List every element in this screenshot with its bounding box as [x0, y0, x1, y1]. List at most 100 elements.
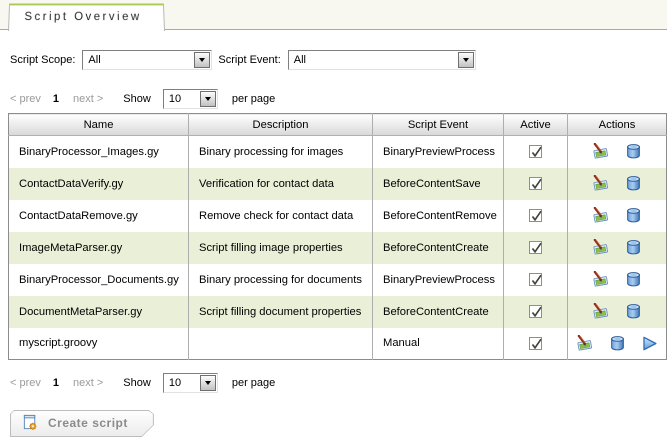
script-active-cell [504, 264, 568, 296]
script-event-cell: BeforeContentCreate [373, 296, 504, 328]
delete-icon[interactable] [625, 143, 642, 160]
script-name-cell: myscript.groovy [9, 328, 189, 360]
active-checkbox[interactable] [529, 241, 542, 254]
script-actions-cell [568, 200, 667, 232]
script-event-cell: BinaryPreviewProcess [373, 136, 504, 168]
chevron-down-icon [200, 91, 216, 107]
script-actions-cell [568, 264, 667, 296]
active-checkbox[interactable] [529, 145, 542, 158]
active-checkbox[interactable] [529, 209, 542, 222]
script-event-cell: BeforeContentSave [373, 168, 504, 200]
script-name-cell: ContactDataVerify.gy [9, 168, 189, 200]
script-active-cell [504, 232, 568, 264]
edit-icon[interactable] [592, 143, 609, 160]
script-event-cell: BinaryPreviewProcess [373, 264, 504, 296]
script-scope-value: All [84, 54, 194, 66]
table-header-row: Name Description Script Event Active Act… [9, 114, 667, 136]
next-page-link[interactable]: next > [73, 93, 103, 105]
tab-bar: Script Overview [0, 0, 667, 30]
script-active-cell [504, 168, 568, 200]
column-header-script-event: Script Event [373, 114, 504, 136]
script-actions-cell [568, 168, 667, 200]
delete-icon[interactable] [625, 175, 642, 192]
table-row: myscript.groovy Manual [9, 328, 667, 360]
script-actions-cell [568, 136, 667, 168]
active-checkbox[interactable] [529, 177, 542, 190]
script-event-cell: Manual [373, 328, 504, 360]
edit-icon[interactable] [592, 303, 609, 320]
script-name-cell: BinaryProcessor_Documents.gy [9, 264, 189, 296]
active-checkbox[interactable] [529, 305, 542, 318]
column-header-active: Active [504, 114, 568, 136]
table-row: BinaryProcessor_Images.gy Binary process… [9, 136, 667, 168]
delete-icon[interactable] [625, 207, 642, 224]
prev-page-link[interactable]: < prev [10, 93, 41, 105]
delete-icon[interactable] [625, 271, 642, 288]
table-row: BinaryProcessor_Documents.gy Binary proc… [9, 264, 667, 296]
script-description-cell: Verification for contact data [189, 168, 373, 200]
script-name-cell: BinaryProcessor_Images.gy [9, 136, 189, 168]
page-size-select[interactable]: 10 [163, 373, 218, 393]
edit-icon[interactable] [592, 239, 609, 256]
prev-page-link[interactable]: < prev [10, 377, 41, 389]
table-row: ImageMetaParser.gy Script filling image … [9, 232, 667, 264]
script-description-cell: Script filling image properties [189, 232, 373, 264]
per-page-label: per page [232, 377, 275, 389]
script-description-cell: Script filling document properties [189, 296, 373, 328]
script-scope-label: Script Scope: [10, 54, 75, 66]
script-event-value: All [290, 54, 458, 66]
per-page-label: per page [232, 93, 275, 105]
column-header-name: Name [9, 114, 189, 136]
script-active-cell [504, 296, 568, 328]
script-table-body: BinaryProcessor_Images.gy Binary process… [9, 136, 667, 360]
script-scope-select[interactable]: All [82, 50, 212, 70]
chevron-down-icon [200, 375, 216, 391]
column-header-description: Description [189, 114, 373, 136]
script-event-cell: BeforeContentRemove [373, 200, 504, 232]
active-checkbox[interactable] [529, 273, 542, 286]
page-size-select[interactable]: 10 [163, 89, 218, 109]
show-label: Show [123, 377, 151, 389]
pagination-bottom: < prev 1 next > Show 10 per page [10, 372, 275, 393]
current-page-number[interactable]: 1 [53, 93, 59, 105]
table-row: ContactDataRemove.gy Remove check for co… [9, 200, 667, 232]
delete-icon[interactable] [625, 239, 642, 256]
table-row: DocumentMetaParser.gy Script filling doc… [9, 296, 667, 328]
script-name-cell: ImageMetaParser.gy [9, 232, 189, 264]
delete-icon[interactable] [625, 303, 642, 320]
script-active-cell [504, 328, 568, 360]
edit-icon[interactable] [592, 175, 609, 192]
chevron-down-icon [194, 52, 210, 68]
filter-bar: Script Scope: All Script Event: All [10, 49, 476, 70]
script-actions-cell [568, 328, 667, 360]
pagination-top: < prev 1 next > Show 10 per page [10, 88, 275, 109]
script-name-cell: ContactDataRemove.gy [9, 200, 189, 232]
script-event-select[interactable]: All [288, 50, 476, 70]
script-name-cell: DocumentMetaParser.gy [9, 296, 189, 328]
tab-script-overview[interactable]: Script Overview [8, 3, 165, 31]
script-event-cell: BeforeContentCreate [373, 232, 504, 264]
script-active-cell [504, 200, 568, 232]
run-icon[interactable] [641, 335, 658, 352]
create-script-button[interactable]: Create script [10, 410, 154, 437]
edit-icon[interactable] [592, 271, 609, 288]
delete-icon[interactable] [609, 335, 626, 352]
table-row: ContactDataVerify.gy Verification for co… [9, 168, 667, 200]
script-description-cell: Remove check for contact data [189, 200, 373, 232]
current-page-number[interactable]: 1 [53, 377, 59, 389]
script-event-label: Script Event: [218, 54, 280, 66]
active-checkbox[interactable] [529, 337, 542, 350]
show-label: Show [123, 93, 151, 105]
new-script-icon [22, 414, 39, 431]
tab-label: Script Overview [24, 11, 142, 23]
page-size-value: 10 [165, 377, 200, 389]
script-table: Name Description Script Event Active Act… [8, 113, 667, 360]
edit-icon[interactable] [576, 335, 593, 352]
create-script-label: Create script [48, 416, 128, 430]
script-actions-cell [568, 232, 667, 264]
next-page-link[interactable]: next > [73, 377, 103, 389]
script-description-cell: Binary processing for images [189, 136, 373, 168]
chevron-down-icon [458, 52, 474, 68]
script-active-cell [504, 136, 568, 168]
edit-icon[interactable] [592, 207, 609, 224]
